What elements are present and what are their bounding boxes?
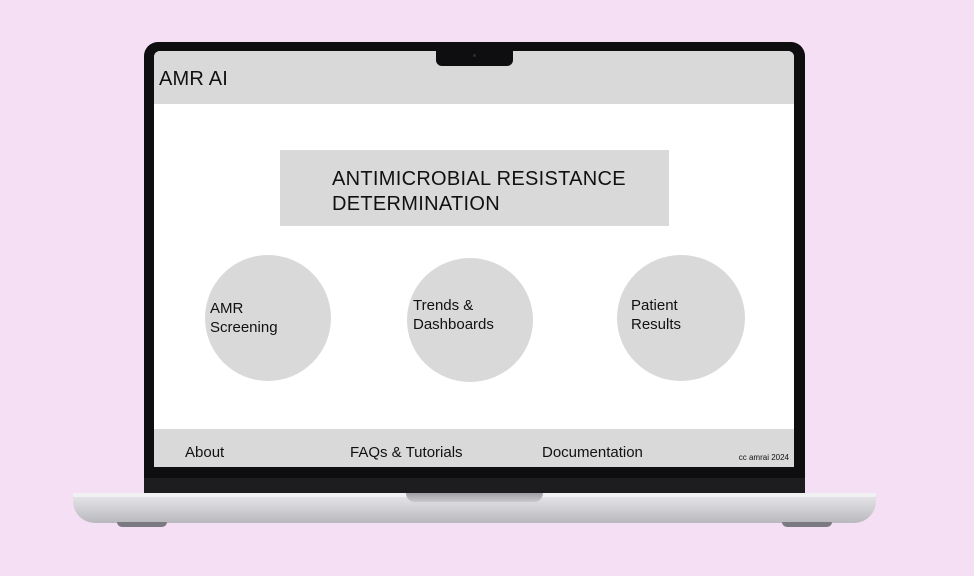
footer-link-faqs[interactable]: FAQs & Tutorials bbox=[350, 444, 463, 461]
laptop-foot-right bbox=[782, 522, 832, 527]
patient-results-button[interactable]: Patient Results bbox=[617, 255, 745, 381]
laptop-hinge bbox=[144, 478, 805, 494]
laptop-lid-groove bbox=[406, 493, 543, 502]
camera-icon bbox=[473, 54, 476, 57]
app-footer: About FAQs & Tutorials Documentation cc … bbox=[154, 429, 794, 467]
hero-banner: ANTIMICROBIAL RESISTANCE DETERMINATION bbox=[280, 150, 669, 226]
amr-screening-label: AMR Screening bbox=[210, 300, 278, 336]
camera-notch bbox=[436, 50, 513, 66]
laptop-foot-left bbox=[117, 522, 167, 527]
copyright-text: cc amrai 2024 bbox=[738, 453, 789, 462]
footer-link-about[interactable]: About bbox=[185, 444, 224, 461]
footer-link-documentation[interactable]: Documentation bbox=[542, 444, 643, 461]
patient-results-label: Patient Results bbox=[631, 297, 682, 333]
app-title[interactable]: AMR AI bbox=[159, 68, 228, 91]
amr-screening-button[interactable]: AMR Screening bbox=[205, 255, 331, 381]
trends-dashboards-label: Trends & Dashboards bbox=[413, 297, 494, 333]
laptop-screen: AMR AI ANTIMICROBIAL RESISTANCE DETERMIN… bbox=[154, 51, 794, 467]
hero-title: ANTIMICROBIAL RESISTANCE DETERMINATION bbox=[332, 168, 626, 215]
trends-dashboards-button[interactable]: Trends & Dashboards bbox=[407, 258, 533, 382]
